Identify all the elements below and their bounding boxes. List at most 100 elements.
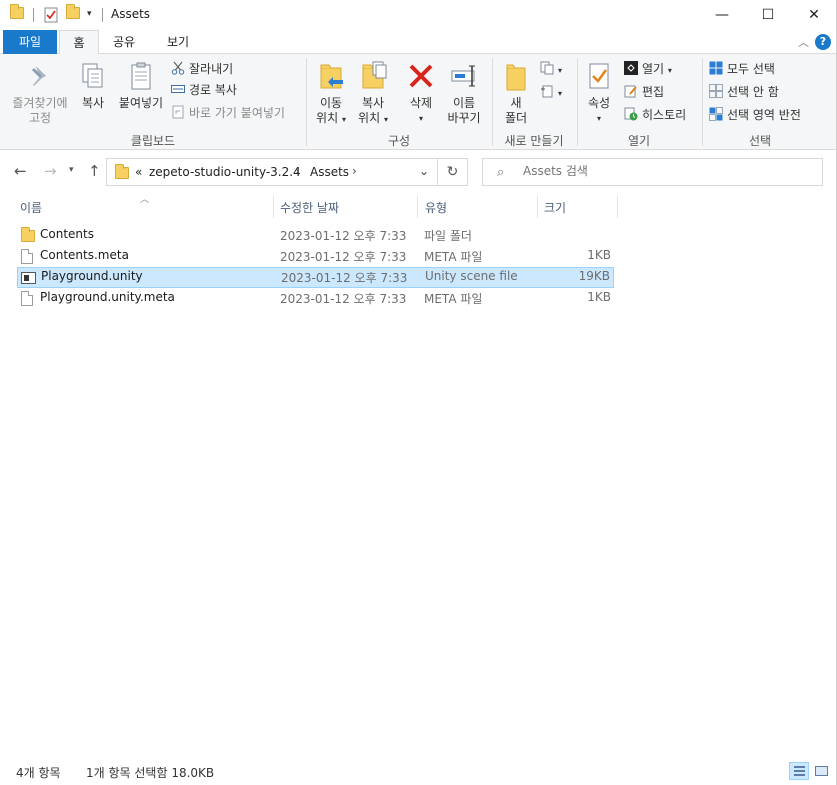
copy-path-button[interactable]: 경로 복사 xyxy=(171,81,237,99)
easy-access-icon xyxy=(540,84,554,98)
cut-label: 잘라내기 xyxy=(189,62,234,76)
search-box[interactable]: ⌕ xyxy=(482,158,823,186)
properties-quick-icon[interactable] xyxy=(44,7,58,23)
refresh-icon[interactable]: ↻ xyxy=(438,158,468,186)
new-folder-quick-icon[interactable] xyxy=(66,4,80,23)
breadcrumb-overflow[interactable]: « xyxy=(135,165,142,179)
new-folder-label-line2: 폴더 xyxy=(504,111,528,125)
edit-icon xyxy=(624,84,638,98)
clipboard-group-label: 클립보드 xyxy=(130,134,176,148)
history-button[interactable]: 히스토리 xyxy=(624,106,686,124)
tab-share[interactable]: 공유 xyxy=(104,30,144,54)
properties-label: 속성 xyxy=(587,96,611,110)
paste-shortcut-button[interactable]: 바로 가기 붙여넣기 xyxy=(171,104,285,122)
move-to-label-line1: 이동 xyxy=(319,96,343,110)
title-bar: ▾ Assets — ☐ ✕ xyxy=(0,0,837,30)
select-group-label: 선택 xyxy=(748,134,772,148)
paste-shortcut-icon xyxy=(171,105,185,119)
up-arrow-icon[interactable]: ↑ xyxy=(88,162,101,180)
copy-to-label-line2: 위치 xyxy=(358,111,381,125)
new-item-button[interactable]: ▾ xyxy=(540,60,562,78)
new-folder-button[interactable]: 새 폴더 xyxy=(498,60,534,126)
address-dropdown-icon[interactable]: ⌄ xyxy=(419,164,429,178)
delete-button[interactable]: 삭제 ▾ xyxy=(403,60,439,126)
cut-button[interactable]: 잘라내기 xyxy=(171,60,233,78)
file-type: Unity scene file xyxy=(425,269,518,283)
history-icon xyxy=(624,107,638,121)
rename-label-line1: 이름 xyxy=(452,96,476,110)
select-all-button[interactable]: 모두 선택 xyxy=(709,60,775,78)
copy-button[interactable]: 복사 xyxy=(76,60,110,111)
file-name: Contents xyxy=(40,227,94,241)
column-divider[interactable] xyxy=(417,196,418,218)
move-to-label-line2: 위치 xyxy=(316,111,339,125)
properties-button[interactable]: 속성 ▾ xyxy=(581,60,617,126)
large-icons-view-icon[interactable] xyxy=(811,762,831,780)
tab-home[interactable]: 홈 xyxy=(59,30,99,55)
pin-to-quick-access-button[interactable]: 즐겨찾기에 고정 xyxy=(6,60,74,126)
move-to-button[interactable]: 이동 위치 ▾ xyxy=(311,60,351,127)
chevron-down-icon: ▾ xyxy=(558,89,563,98)
paste-button[interactable]: 붙여넣기 xyxy=(116,60,166,111)
file-date: 2023-01-12 오후 7:33 xyxy=(281,271,408,285)
selection-info: 1개 항목 선택함 18.0KB xyxy=(86,766,215,780)
history-label: 히스토리 xyxy=(642,108,687,122)
tab-view[interactable]: 보기 xyxy=(156,30,200,54)
toolbar-divider xyxy=(33,8,34,22)
open-button[interactable]: 열기 ▾ xyxy=(624,60,672,78)
folder-icon xyxy=(115,164,129,182)
column-divider[interactable] xyxy=(273,196,274,218)
invert-selection-button[interactable]: 선택 영역 반전 xyxy=(709,106,801,124)
column-divider[interactable] xyxy=(617,196,618,218)
ribbon: 즐겨찾기에 고정 복사 붙여넣기 잘라내기 경로 복사 바로 가기 붙여넣기 클… xyxy=(0,54,837,150)
recent-locations-chevron-icon[interactable]: ▾ xyxy=(69,165,74,175)
search-input[interactable] xyxy=(523,164,813,178)
column-divider[interactable] xyxy=(537,196,538,218)
column-name[interactable]: 이름 xyxy=(20,199,42,216)
help-icon[interactable]: ? xyxy=(815,34,831,50)
search-icon: ⌕ xyxy=(497,165,505,180)
breadcrumb-chevron-icon[interactable]: › xyxy=(352,164,357,178)
rename-label-line2: 바꾸기 xyxy=(447,111,481,125)
customize-toolbar-icon[interactable]: ▾ xyxy=(87,9,92,25)
column-date[interactable]: 수정한 날짜 xyxy=(280,199,339,216)
column-size[interactable]: 크기 xyxy=(544,199,566,216)
file-row[interactable]: Contents 2023-01-12 오후 7:33 파일 폴더 xyxy=(17,225,614,246)
file-row-selected[interactable]: Playground.unity 2023-01-12 오후 7:33 Unit… xyxy=(17,267,614,288)
copy-to-button[interactable]: 복사 위치 ▾ xyxy=(353,60,393,127)
maximize-button[interactable]: ☐ xyxy=(745,0,791,30)
minimize-button[interactable]: — xyxy=(699,0,745,30)
forward-arrow-icon[interactable]: → xyxy=(44,162,57,180)
file-name: Contents.meta xyxy=(40,248,129,262)
breadcrumb-chevron-icon[interactable]: › xyxy=(295,164,300,178)
select-none-button[interactable]: 선택 안 함 xyxy=(709,83,779,101)
address-bar[interactable]: « zepeto-studio-unity-3.2.4 › Assets › ⌄ xyxy=(106,158,438,186)
close-button[interactable]: ✕ xyxy=(791,0,837,30)
file-size: 1KB xyxy=(587,290,611,304)
column-type[interactable]: 유형 xyxy=(425,199,447,216)
copy-icon xyxy=(77,60,109,92)
properties-icon xyxy=(583,60,615,92)
details-view-icon[interactable] xyxy=(789,762,809,780)
breadcrumb-item[interactable]: zepeto-studio-unity-3.2.4 xyxy=(149,165,301,179)
chevron-down-icon: ▾ xyxy=(341,115,346,124)
file-row[interactable]: Playground.unity.meta 2023-01-12 오후 7:33… xyxy=(17,288,614,309)
edit-button[interactable]: 편집 xyxy=(624,83,664,101)
copy-label: 복사 xyxy=(81,96,105,110)
window-title: Assets xyxy=(111,7,151,21)
select-all-label: 모두 선택 xyxy=(727,62,775,76)
file-type: 파일 폴더 xyxy=(424,229,472,243)
tab-file[interactable]: 파일 xyxy=(3,30,57,54)
rename-button[interactable]: 이름 바꾸기 xyxy=(443,60,485,126)
file-row[interactable]: Contents.meta 2023-01-12 오후 7:33 META 파일… xyxy=(17,246,614,267)
back-arrow-icon[interactable]: ← xyxy=(14,162,27,180)
collapse-ribbon-icon[interactable]: ︿ xyxy=(798,34,809,50)
delete-x-icon xyxy=(405,60,437,92)
file-icon xyxy=(21,249,33,264)
unity-scene-icon xyxy=(21,272,36,284)
file-type: META 파일 xyxy=(424,250,483,264)
breadcrumb-item[interactable]: Assets xyxy=(310,165,349,179)
easy-access-button[interactable]: ▾ xyxy=(540,83,562,101)
file-date: 2023-01-12 오후 7:33 xyxy=(280,250,407,264)
paste-icon xyxy=(125,60,157,92)
